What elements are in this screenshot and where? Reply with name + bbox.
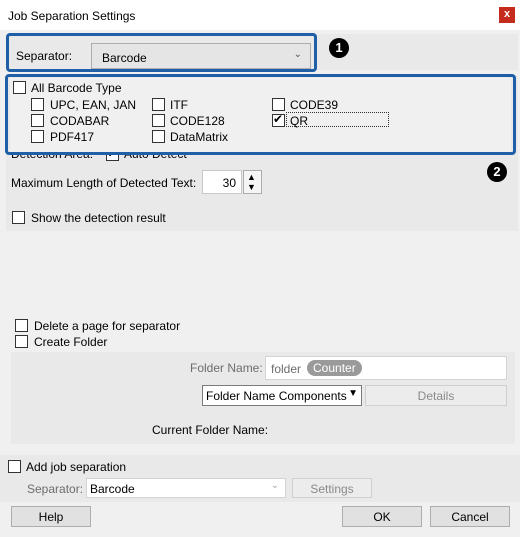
add-job-checkbox[interactable] [8,460,21,476]
details-button[interactable]: Details [365,385,507,406]
dropdown-arrow-icon: ▼ [348,388,358,399]
chevron-down-icon: ⌄ [270,480,279,491]
help-button[interactable]: Help [11,506,91,527]
job-settings-button[interactable]: Settings [292,478,372,498]
show-result-checkbox[interactable] [12,211,25,227]
callout-badge-2: 2 [487,162,507,182]
job-separator-value: Barcode [90,482,135,496]
folder-components-label: Folder Name Components [206,389,347,403]
window-title: Job Separation Settings [8,9,136,23]
counter-tag[interactable]: Counter [307,360,362,376]
cancel-button[interactable]: Cancel [430,506,510,527]
create-folder-checkbox[interactable] [15,335,28,351]
folder-name-value: folder [271,362,302,376]
folder-name-label: Folder Name: [190,361,263,375]
job-separator-select[interactable]: Barcode ⌄ [86,478,286,498]
folder-components-select[interactable]: Folder Name Components ▼ [202,385,362,406]
current-folder-label: Current Folder Name: [152,423,269,437]
max-length-input[interactable]: 30 [202,170,242,194]
highlight-box-2 [5,74,516,155]
ok-button[interactable]: OK [342,506,422,527]
job-separator-label: Separator: [27,482,84,496]
delete-page-label: Delete a page for separator [34,319,181,333]
max-length-label: Maximum Length of Detected Text: [11,176,197,190]
max-length-value: 30 [222,176,236,190]
show-result-label: Show the detection result [31,211,166,225]
spin-up-icon[interactable]: ▲ [247,172,256,182]
close-button[interactable]: x [499,7,515,23]
create-folder-label: Create Folder [34,335,108,349]
max-length-spinner[interactable]: ▲ ▼ [243,170,262,194]
spin-down-icon[interactable]: ▼ [247,182,256,192]
folder-name-input[interactable]: folder Counter [265,356,507,380]
highlight-box-1 [6,33,317,72]
add-job-label: Add job separation [26,460,127,474]
callout-badge-1: 1 [329,38,349,58]
delete-page-checkbox[interactable] [15,319,28,335]
